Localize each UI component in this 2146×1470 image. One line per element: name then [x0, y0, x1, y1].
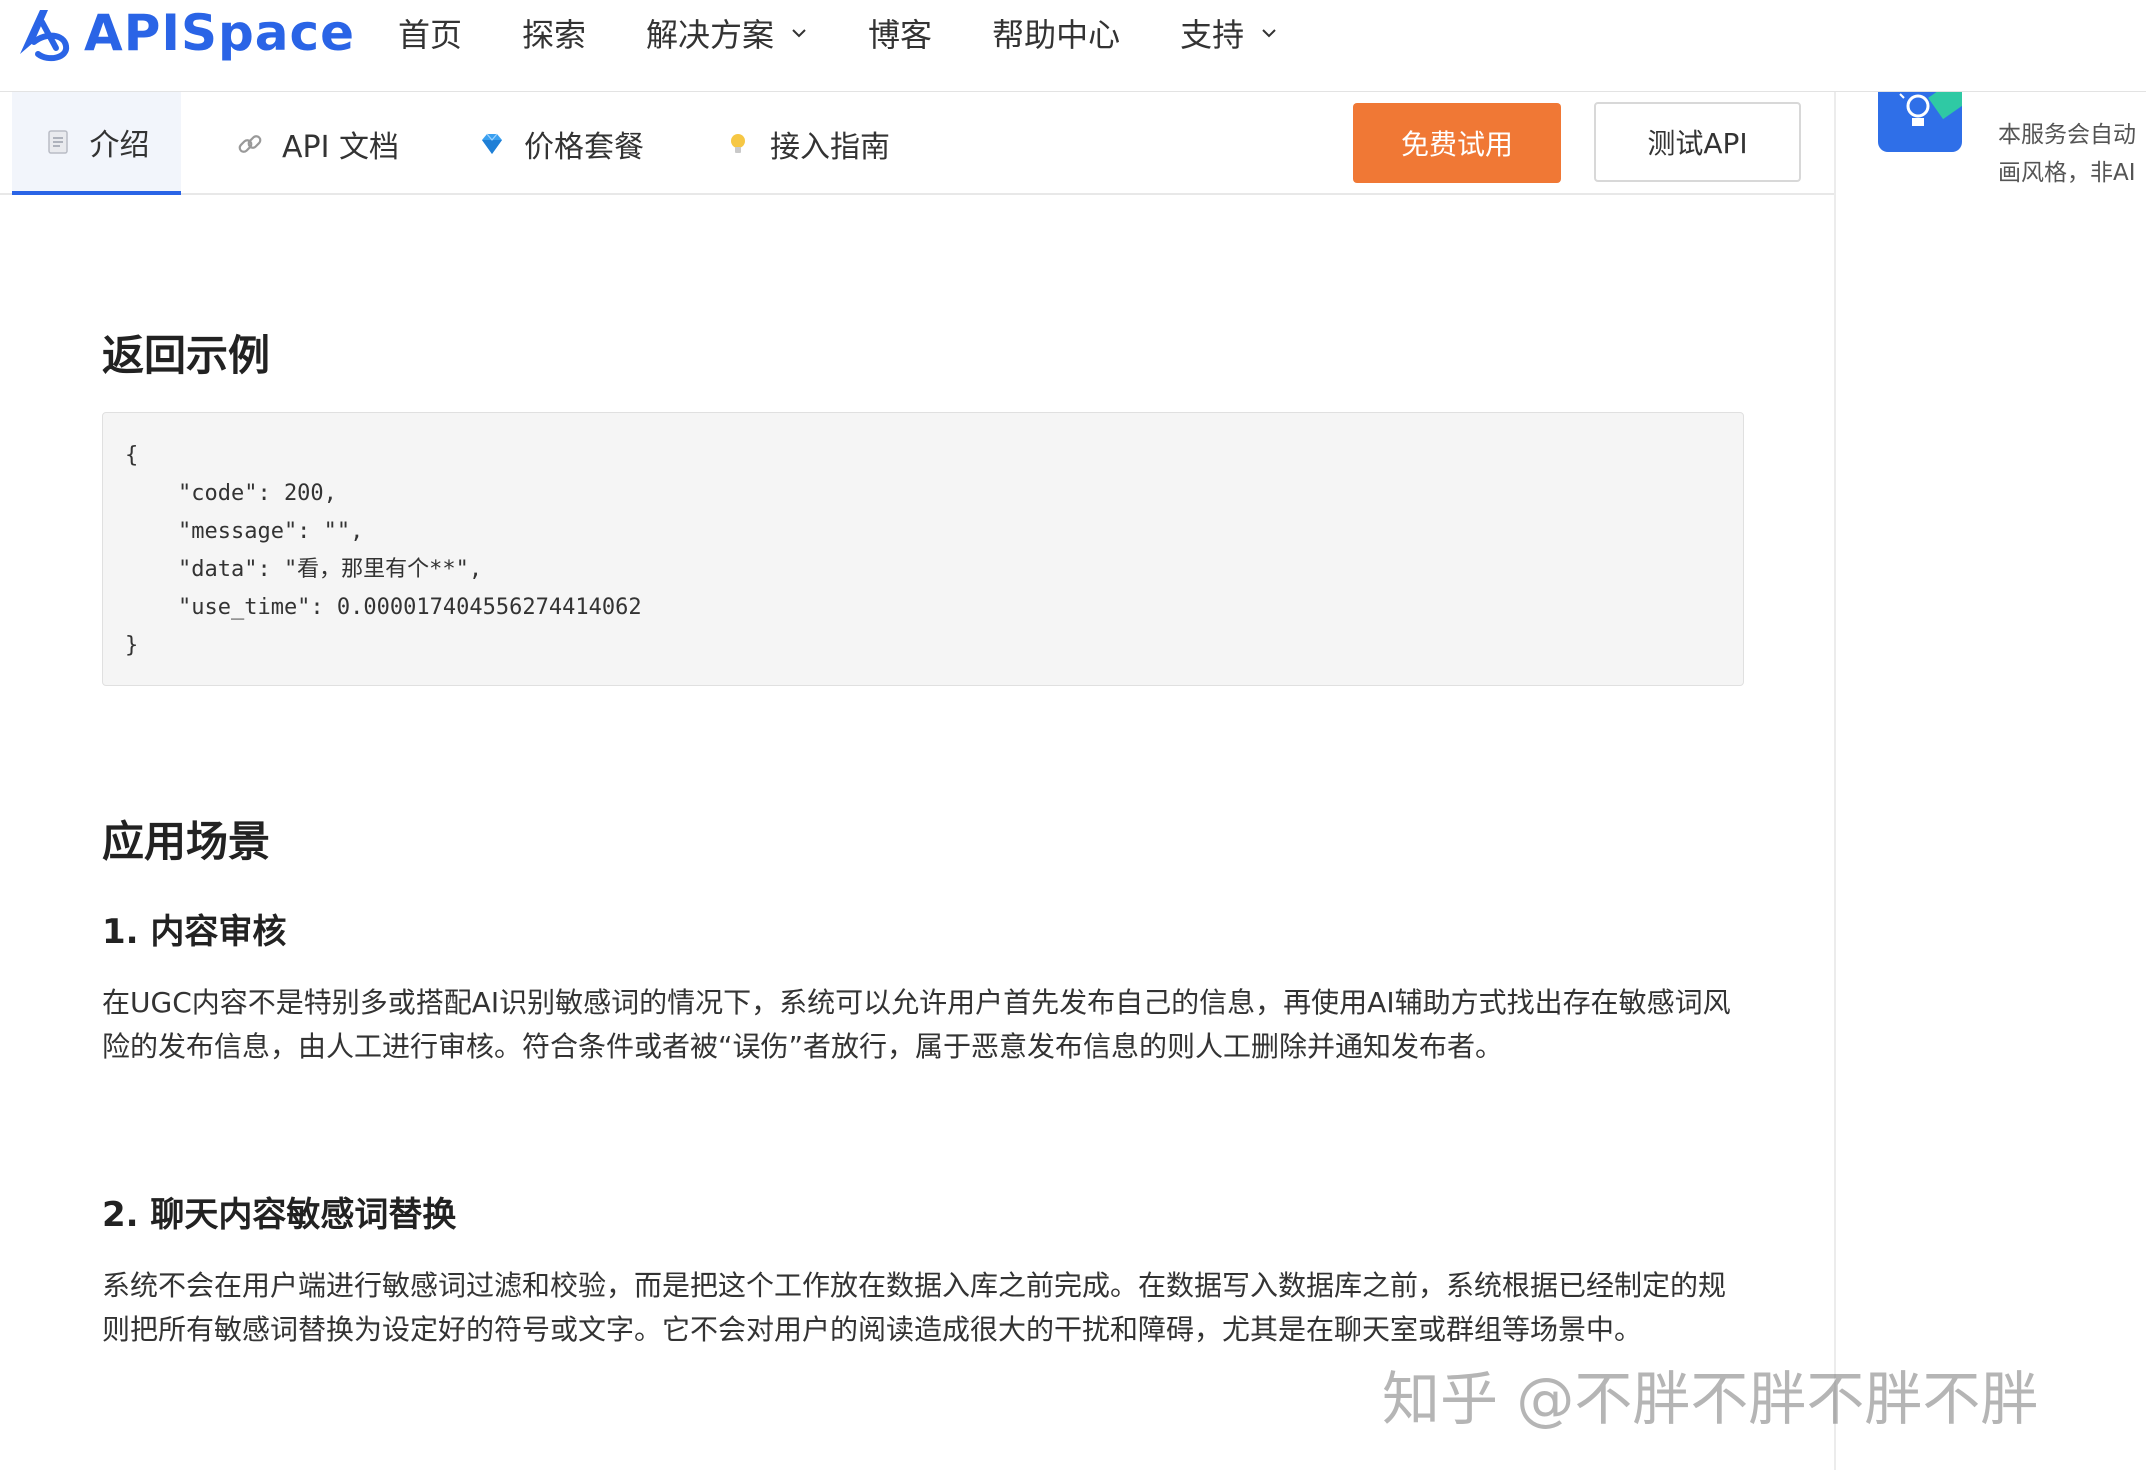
main-nav: 首页 探索 解决方案 博客 帮助中心 支持	[398, 0, 1338, 66]
document-icon	[47, 129, 68, 154]
tab-api-docs[interactable]: API 文档	[236, 92, 399, 195]
use-cases-heading: 应用场景	[102, 817, 271, 866]
nav-label: 探索	[522, 16, 587, 54]
nav-label: 支持	[1180, 16, 1245, 54]
test-api-button[interactable]: 测试API	[1594, 102, 1801, 182]
apispace-logo-icon	[20, 10, 70, 62]
nav-item-explore[interactable]: 探索	[522, 10, 586, 56]
use-case-1-text: 在UGC内容不是特别多或搭配AI识别敏感词的情况下，系统可以允许用户首先发布自己…	[102, 986, 1731, 1063]
lightbulb-icon	[731, 133, 745, 153]
related-service-description: 本服务会自动 画风格，非AI	[1998, 116, 2136, 192]
description-line: 本服务会自动	[1998, 122, 2136, 148]
top-navbar: APISpace 首页 探索 解决方案 博客 帮助中心 支持	[0, 0, 2146, 92]
nav-label: 博客	[868, 16, 933, 54]
chevron-down-icon	[1262, 29, 1276, 38]
nav-item-blog[interactable]: 博客	[868, 10, 932, 56]
response-code-block: { "code": 200, "message": "", "data": "看…	[102, 412, 1744, 686]
nav-label: 帮助中心	[992, 16, 1121, 54]
nav-label: 首页	[398, 16, 463, 54]
link-icon	[238, 134, 262, 153]
response-example-heading: 返回示例	[102, 331, 271, 380]
service-thumbnail	[1878, 92, 1962, 152]
zhihu-watermark: 知乎 @不胖不胖不胖不胖	[1382, 1365, 2039, 1433]
brand-name: APISpace	[84, 4, 356, 62]
use-case-2-text: 系统不会在用户端进行敏感词过滤和校验，而是把这个工作放在数据入库之前完成。在数据…	[102, 1269, 1727, 1346]
free-trial-button[interactable]: 免费试用	[1353, 103, 1561, 183]
nav-item-solutions[interactable]: 解决方案	[646, 10, 808, 56]
related-service-card[interactable]: 本服务会自动 画风格，非AI	[1866, 92, 2146, 202]
tab-integration-guide[interactable]: 接入指南	[724, 92, 890, 195]
logo[interactable]: APISpace	[12, 0, 355, 66]
use-case-2-title: 2. 聊天内容敏感词替换	[102, 1195, 457, 1235]
side-panel-divider	[1834, 92, 1836, 1470]
page: APISpace 首页 探索 解决方案 博客 帮助中心 支持 介绍 API 文档…	[0, 0, 2146, 1470]
tab-label: API 文档	[282, 129, 399, 165]
tab-label: 介绍	[89, 127, 150, 163]
tab-intro[interactable]: 介绍	[12, 92, 181, 195]
nav-item-help[interactable]: 帮助中心	[992, 10, 1120, 56]
response-json: { "code": 200, "message": "", "data": "看…	[125, 443, 642, 658]
nav-label: 解决方案	[646, 16, 775, 54]
nav-item-support[interactable]: 支持	[1180, 10, 1278, 56]
diamond-icon	[482, 133, 502, 154]
tab-pricing[interactable]: 价格套餐	[478, 92, 644, 195]
description-line: 画风格，非AI	[1998, 160, 2136, 186]
use-case-1-title: 1. 内容审核	[102, 912, 287, 952]
tab-label: 价格套餐	[524, 129, 644, 165]
tab-label: 接入指南	[770, 129, 890, 165]
nav-item-home[interactable]: 首页	[398, 10, 462, 56]
chevron-down-icon	[792, 29, 806, 38]
